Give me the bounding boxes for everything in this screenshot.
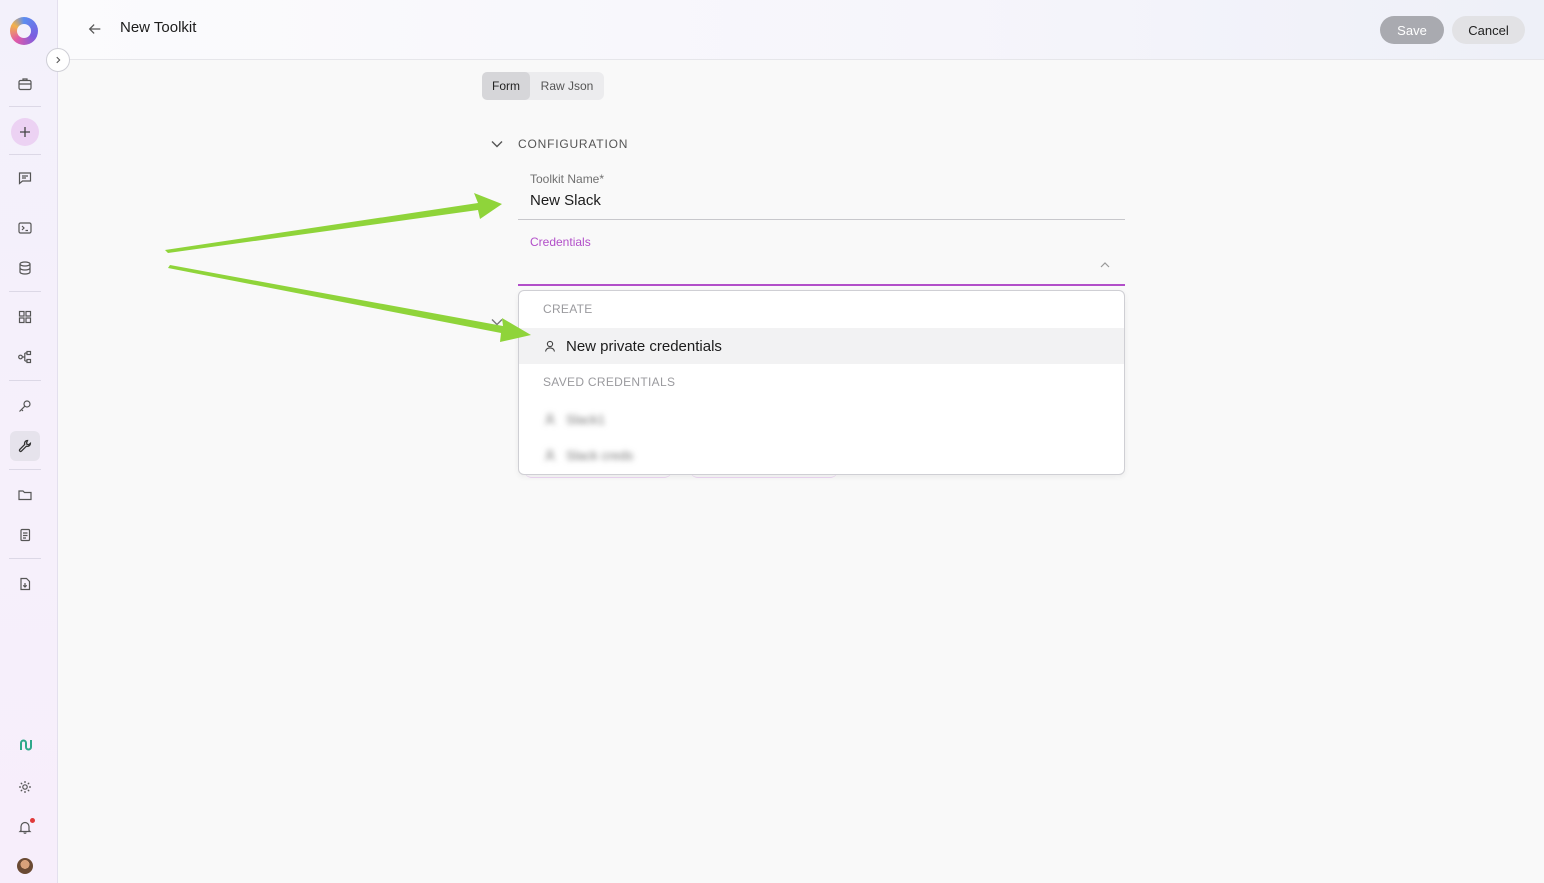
apps-icon[interactable]	[10, 302, 40, 332]
terminal-icon[interactable]	[10, 213, 40, 243]
user-icon	[544, 413, 556, 425]
sidebar-divider	[9, 291, 41, 292]
sidebar-divider	[9, 106, 41, 107]
saved-credential-option[interactable]: Slack creds	[519, 437, 1124, 473]
bell-icon[interactable]	[10, 812, 40, 842]
notification-dot	[30, 818, 35, 823]
sidebar-divider	[9, 558, 41, 559]
toolkit-name-underline	[518, 219, 1125, 220]
credentials-underline	[518, 284, 1125, 286]
credentials-label: Credentials	[530, 235, 591, 249]
documents-icon[interactable]	[10, 520, 40, 550]
dropdown-group-create: CREATE	[543, 302, 593, 316]
key-icon[interactable]	[10, 391, 40, 421]
option-label: Slack creds	[566, 447, 634, 463]
user-icon	[544, 340, 556, 352]
wrench-icon[interactable]	[10, 431, 40, 461]
chat-icon[interactable]	[10, 163, 40, 193]
cancel-button[interactable]: Cancel	[1452, 16, 1525, 44]
page-title: New Toolkit	[120, 19, 197, 36]
toolkit-name-label: Toolkit Name*	[530, 172, 605, 186]
toolkit-name-input[interactable]: New Slack	[530, 192, 601, 209]
avatar[interactable]	[17, 858, 33, 874]
integrations-icon[interactable]	[10, 730, 40, 760]
flow-icon[interactable]	[10, 342, 40, 372]
view-mode-tabs: Form Raw Json	[482, 72, 604, 100]
dropdown-group-saved: SAVED CREDENTIALS	[543, 375, 676, 389]
new-private-credentials-option[interactable]: New private credentials	[519, 328, 1124, 364]
database-icon[interactable]	[10, 253, 40, 283]
section-title: CONFIGURATION	[518, 137, 629, 151]
sidebar-expand-button[interactable]	[46, 48, 70, 72]
sidebar-divider	[9, 154, 41, 155]
credentials-select[interactable]	[530, 258, 1090, 278]
sidebar	[0, 0, 58, 883]
sidebar-divider	[9, 469, 41, 470]
folder-icon[interactable]	[10, 480, 40, 510]
file-download-icon[interactable]	[10, 569, 40, 599]
saved-credential-option[interactable]: Slack1	[519, 401, 1124, 437]
add-icon[interactable]	[11, 118, 39, 146]
header: New Toolkit Save Cancel	[58, 0, 1544, 60]
annotation-arrow	[165, 193, 502, 253]
settings-icon[interactable]	[10, 772, 40, 802]
option-label: Slack1	[566, 411, 606, 427]
chevron-down-icon[interactable]	[489, 136, 505, 152]
sidebar-divider	[9, 380, 41, 381]
tab-form[interactable]: Form	[482, 72, 530, 100]
save-button[interactable]: Save	[1380, 16, 1444, 44]
chevron-down-icon[interactable]	[489, 314, 505, 330]
option-label: New private credentials	[566, 337, 722, 355]
app-logo[interactable]	[10, 17, 38, 45]
annotation-arrow	[168, 265, 531, 342]
chevron-up-icon[interactable]	[1098, 258, 1112, 272]
user-icon	[544, 449, 556, 461]
tab-raw-json[interactable]: Raw Json	[530, 72, 604, 100]
back-arrow-icon[interactable]	[84, 18, 106, 40]
briefcase-icon[interactable]	[10, 69, 40, 99]
credentials-dropdown: CREATE New private credentials SAVED CRE…	[518, 290, 1125, 475]
